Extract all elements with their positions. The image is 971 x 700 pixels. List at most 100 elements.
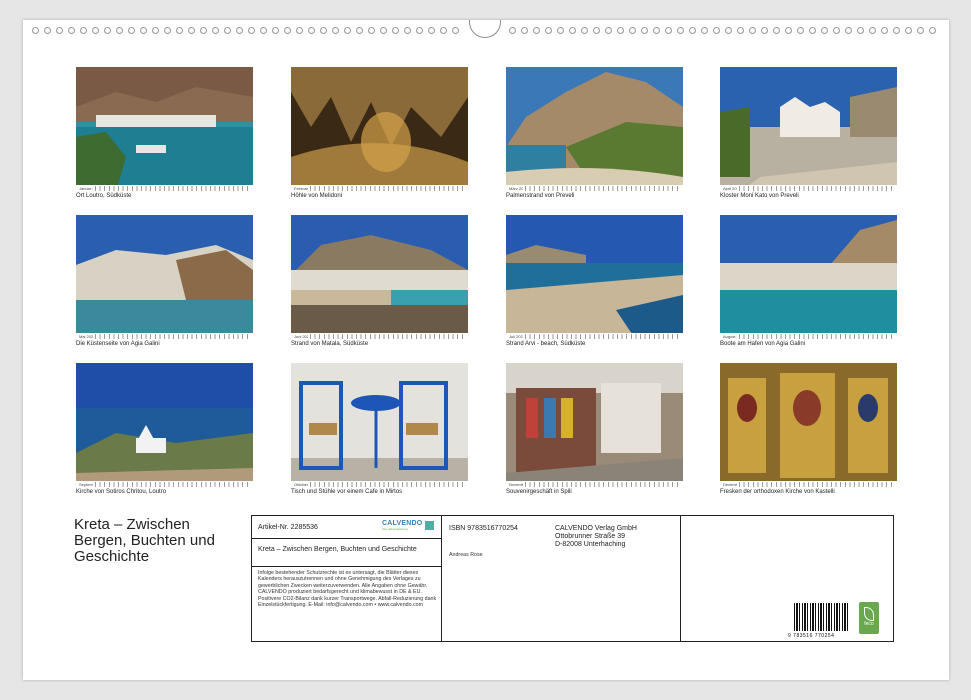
calvendo-logo: CALVENDO Ihre Jahresplanung xyxy=(382,520,434,534)
binding-ring xyxy=(773,27,780,34)
binding-ring xyxy=(392,27,399,34)
binding-ring xyxy=(320,27,327,34)
binding-ring xyxy=(629,27,636,34)
binding-ring xyxy=(164,27,171,34)
binding-ring xyxy=(521,27,528,34)
binding-ring xyxy=(140,27,147,34)
binding-rings-left xyxy=(32,27,459,35)
binding-ring xyxy=(332,27,339,34)
binding-ring xyxy=(284,27,291,34)
binding-ring xyxy=(761,27,768,34)
binding-ring xyxy=(713,27,720,34)
month-label: Oktober 2025 xyxy=(294,482,308,487)
binding-ring xyxy=(404,27,411,34)
binding-ring xyxy=(248,27,255,34)
barcode xyxy=(794,603,848,631)
month-label: Februar 2025 xyxy=(294,186,308,191)
binding-ring xyxy=(440,27,447,34)
photo-moni-kato: April 2025 xyxy=(720,67,897,192)
binding-ring xyxy=(128,27,135,34)
binding-ring xyxy=(212,27,219,34)
month-label: Dezember 2025 xyxy=(723,482,737,487)
binding-ring xyxy=(356,27,363,34)
photo-kastelli-frescoes: Dezember 2025 xyxy=(720,363,897,488)
binding-ring xyxy=(152,27,159,34)
binding-ring xyxy=(605,27,612,34)
publisher-line-3: D-82008 Unterhaching xyxy=(555,541,626,548)
barcode-number: 9 783516 770254 xyxy=(788,633,835,639)
month-label: August 2025 xyxy=(723,334,737,339)
photo-agia-galini-harbour: August 2025 xyxy=(720,215,897,340)
binding-ring xyxy=(188,27,195,34)
binding-ring xyxy=(368,27,375,34)
binding-ring xyxy=(32,27,39,34)
feco-label: feco xyxy=(864,621,874,627)
binding-ring xyxy=(176,27,183,34)
binding-ring xyxy=(929,27,936,34)
caption-5: Die Küstenseite von Agia Galini xyxy=(76,341,160,347)
binding-ring xyxy=(416,27,423,34)
binding-ring xyxy=(581,27,588,34)
binding-ring xyxy=(509,27,516,34)
binding-ring xyxy=(116,27,123,34)
binding-ring xyxy=(893,27,900,34)
binding-ring xyxy=(68,27,75,34)
publisher-line-2: Ottobrunner Straße 39 xyxy=(555,533,626,540)
binding-ring xyxy=(785,27,792,34)
caption-6: Strand von Matala, Südküste xyxy=(291,341,369,347)
photo-loutro: Januar 2025 xyxy=(76,67,253,192)
info-title: Kreta – Zwischen Bergen, Buchten und Ges… xyxy=(258,546,417,553)
binding-ring xyxy=(665,27,672,34)
binding-ring xyxy=(92,27,99,34)
month-label: Juni 2025 xyxy=(294,334,308,339)
photo-sotiros-church: September 2025 xyxy=(76,363,253,488)
binding-ring xyxy=(344,27,351,34)
caption-4: Kloster Moni Kato von Preveli xyxy=(720,193,799,199)
binding-ring xyxy=(809,27,816,34)
info-box: Artikel-Nr. 2285536 CALVENDO Ihre Jahres… xyxy=(251,515,894,642)
caption-11: Souvenirgeschäft in Spili xyxy=(506,489,572,495)
caption-8: Boote am Hafen von Agia Galini xyxy=(720,341,806,347)
month-label: April 2025 xyxy=(723,186,737,191)
caption-10: Tisch und Stühle vor einem Cafe in Mirto… xyxy=(291,489,403,495)
binding-ring xyxy=(725,27,732,34)
binding-ring xyxy=(380,27,387,34)
caption-1: Ort Loutro, Südküste xyxy=(76,193,132,199)
article-number: Artikel-Nr. 2285536 xyxy=(258,524,318,531)
caption-3: Palmenstrand von Preveli xyxy=(506,193,575,199)
binding-ring xyxy=(200,27,207,34)
photo-arvi-beach: Juli 2025 xyxy=(506,215,683,340)
binding-ring xyxy=(236,27,243,34)
photo-preveli: März 2025 xyxy=(506,67,683,192)
leaf-icon xyxy=(864,607,874,621)
binding-ring xyxy=(737,27,744,34)
caption-7: Strand Arvi - beach, Südküste xyxy=(506,341,586,347)
binding-ring xyxy=(593,27,600,34)
month-label: Juli 2025 xyxy=(509,334,523,339)
binding-ring xyxy=(557,27,564,34)
binding-ring xyxy=(80,27,87,34)
binding-ring xyxy=(821,27,828,34)
legal-text: Infolge bestehender Schutzrechte ist es … xyxy=(258,570,437,609)
month-label: Mai 2025 xyxy=(79,334,93,339)
photo-melidoni-cave: Februar 2025 xyxy=(291,67,468,192)
month-label: November 2025 xyxy=(509,482,523,487)
photo-agia-galini-coast: Mai 2025 xyxy=(76,215,253,340)
photo-spili-souvenir: November 2025 xyxy=(506,363,683,488)
binding-ring xyxy=(869,27,876,34)
binding-ring xyxy=(296,27,303,34)
binding-ring xyxy=(677,27,684,34)
binding-ring xyxy=(56,27,63,34)
binding-ring xyxy=(452,27,459,34)
binding-ring xyxy=(881,27,888,34)
month-label: September 2025 xyxy=(79,482,93,487)
binding-ring xyxy=(641,27,648,34)
binding-ring xyxy=(545,27,552,34)
binding-ring xyxy=(224,27,231,34)
photo-matala: Juni 2025 xyxy=(291,215,468,340)
binding-ring xyxy=(845,27,852,34)
binding-ring xyxy=(653,27,660,34)
binding-ring xyxy=(104,27,111,34)
calendar-title: Kreta – Zwischen Bergen, Buchten und Ges… xyxy=(74,516,215,565)
binding-ring xyxy=(533,27,540,34)
